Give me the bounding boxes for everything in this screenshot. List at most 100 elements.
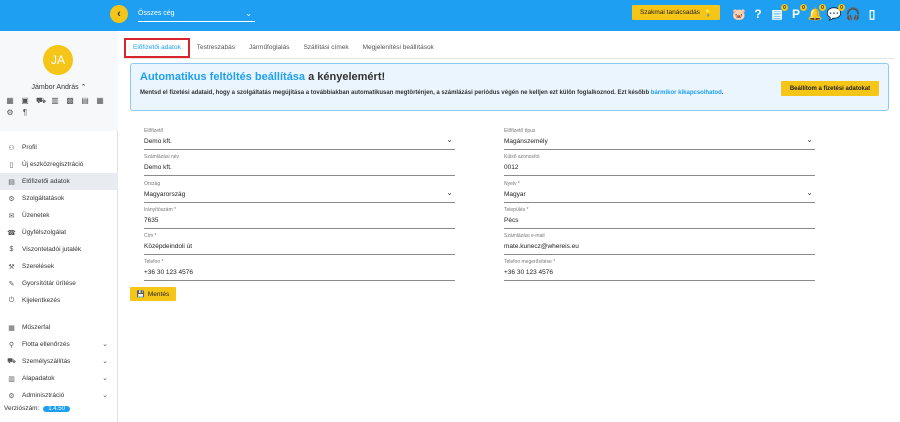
version-badge: 1.4.50	[43, 406, 70, 412]
country-value: Magyarország	[144, 191, 186, 198]
city-field[interactable]: Település * Pécs	[504, 207, 815, 229]
grid-icon[interactable]: ▩	[66, 97, 74, 105]
avatar[interactable]: JA	[43, 45, 73, 75]
sidebar-item-icon: ▤	[8, 178, 15, 186]
phone-download-icon-glyph: ▯	[868, 7, 876, 21]
save-button[interactable]: 💾 Mentés	[130, 287, 176, 301]
dashboard-icon[interactable]: ▦	[6, 97, 14, 105]
calendar-icon[interactable]: ▥	[51, 97, 59, 105]
country-select[interactable]: Ország Magyarország ⌄	[144, 181, 455, 203]
version-label: Verziószám:	[4, 405, 40, 412]
help-icon-glyph: ?	[754, 7, 762, 21]
language-select[interactable]: Nyelv * Magyar ⌄	[504, 181, 815, 203]
sidebar-item--zenetek[interactable]: ✉ Üzenetek	[0, 207, 118, 224]
billing-name-field[interactable]: Számlázási név Demo kft.	[144, 154, 455, 176]
sidebar-item-label: Ügyfélszolgálat	[22, 229, 67, 236]
sidebar-item-icon: ✉	[8, 212, 15, 220]
address-field[interactable]: Cím * Középdeindoli út	[144, 233, 455, 255]
headset-icon[interactable]: 🎧	[845, 7, 861, 21]
sidebar-item-icon: ▯	[9, 161, 14, 169]
quick-icon-row: ▦ ▣ ⛟ ▥ ▩ ▤ ▦ ⚙ ¶	[6, 97, 114, 117]
sidebar-item-label: Flotta ellenőrzés	[22, 341, 70, 348]
external-id-field[interactable]: Külső azonosító 0012	[504, 154, 815, 176]
subscriber-type-select[interactable]: Előfizető típus Magánszemély ⌄	[504, 128, 815, 150]
save-button-label: Mentés	[147, 290, 170, 298]
sidebar-item-flotta-ellen-rz-s[interactable]: ⚲ Flotta ellenőrzés ⌄	[0, 336, 118, 353]
subscriber-value: Demo kft.	[144, 138, 172, 145]
subscriber-select[interactable]: Előfizető Demo kft. ⌄	[144, 128, 455, 150]
phone-confirm-value: +36 30 123 4576	[504, 269, 553, 276]
phone-value: +36 30 123 4576	[144, 269, 193, 276]
notification-badge: 0	[781, 4, 788, 11]
sidebar-item-icon: ⚒	[8, 263, 15, 271]
zip-field[interactable]: Irányítószám * 7635	[144, 207, 455, 229]
banner-title: Automatikus feltöltés beállítása a kénye…	[140, 71, 385, 83]
phone-field[interactable]: Telefon * +36 30 123 4576	[144, 259, 455, 281]
sidebar-item-m-szerfal[interactable]: ▦ Műszerfal	[0, 319, 118, 336]
sidebar-item-icon: ⚙	[8, 392, 15, 400]
sidebar-item-adminisztr-ci-[interactable]: ⚙ Adminisztráció ⌄	[0, 387, 118, 404]
paragraph-icon[interactable]: ¶	[21, 109, 29, 117]
settings-icon[interactable]: ⚙	[6, 109, 14, 117]
sidebar-item-label: Előfizetői adatok	[22, 178, 70, 185]
phone-confirm-field[interactable]: Telefon megerősítése * +36 30 123 4576	[504, 259, 815, 281]
chevron-left-icon[interactable]: ‹	[110, 5, 128, 23]
sidebar-item-label: Kijelentkezés	[22, 297, 61, 304]
sidebar-item-szerel-sek[interactable]: ⚒ Szerelések	[0, 258, 118, 275]
tab-el-fizet-i-adatok[interactable]: Előfizetői adatok	[124, 38, 190, 58]
chevron-down-icon: ⌄	[102, 358, 108, 365]
bell-icon[interactable]: 🔔 0	[808, 4, 826, 21]
setup-payment-button[interactable]: Beállítom a fizetési adatokat	[781, 81, 879, 96]
banner-title-accent: Automatikus feltöltés beállítása	[140, 71, 306, 83]
phone-download-icon[interactable]: ▯	[865, 7, 879, 21]
version-info: Verziószám: 1.4.50	[4, 405, 70, 412]
headset-icon-glyph: 🎧	[845, 7, 861, 21]
sidebar-item-szolg-ltat-sok[interactable]: ⚙ Szolgáltatások	[0, 190, 118, 207]
city-value: Pécs	[504, 217, 519, 224]
subscriber-label: Előfizető	[144, 128, 164, 134]
piggy-bank-icon[interactable]: 🐷	[732, 7, 746, 21]
billing-email-field[interactable]: Számlázási e-mail mate.kunecz@whereis.eu	[504, 233, 815, 255]
external-id-value: 0012	[504, 164, 519, 171]
table-icon[interactable]: ▦	[96, 97, 104, 105]
subscriber-type-value: Magánszemély	[504, 138, 548, 145]
sidebar-item--j-eszk-zregisztr-ci-[interactable]: ▯ Új eszközregisztráció	[0, 156, 118, 173]
tab-j-rm-foglal-s[interactable]: Járműfoglalás	[242, 38, 296, 58]
sidebar-item--gyf-lszolg-lat[interactable]: ☎ Ügyfélszolgálat	[0, 224, 118, 241]
advisor-button[interactable]: Szakmai tanácsadás 💡	[632, 5, 720, 20]
sidebar-item-label: Új eszközregisztráció	[22, 161, 84, 168]
billing-name-value: Demo kft.	[144, 164, 172, 171]
sidebar-item-viszontelad-i-jutal-k[interactable]: $ Viszonteladói jutalék	[0, 241, 118, 258]
sidebar-item-profil[interactable]: ⚇ Profil	[0, 139, 118, 156]
sidebar-item-szem-lysz-ll-t-s[interactable]: ⛟ Személyszállítás ⌄	[0, 353, 118, 370]
chevron-down-icon: ⌄	[102, 341, 108, 348]
tab-divider	[124, 58, 894, 59]
sidebar-item-label: Alapadatok	[22, 375, 55, 382]
parking-icon[interactable]: P0	[789, 4, 807, 21]
sidebar-item-icon: ▦	[8, 324, 15, 332]
sidebar-item-icon: ⚲	[8, 341, 15, 349]
sidebar-item-kijelentkez-s[interactable]: ⏻ Kijelentkezés	[0, 292, 118, 309]
chat-icon[interactable]: 💬 0	[827, 4, 845, 21]
map-icon[interactable]: ▣	[21, 97, 29, 105]
document-icon[interactable]: ▤ 0	[770, 4, 788, 21]
sidebar-item-icon: ⚙	[8, 195, 15, 203]
truck-icon[interactable]: ⛟	[36, 97, 46, 105]
notification-badge: 0	[838, 4, 845, 11]
disable-anytime-link[interactable]: bármikor kikapcsolhatod	[651, 90, 722, 96]
help-icon[interactable]: ?	[751, 7, 765, 21]
sidebar-item-icon: ✎	[8, 280, 15, 288]
user-name[interactable]: Jámbor András ⌃	[0, 83, 118, 91]
sidebar-item-el-fizet-i-adatok[interactable]: ▤ Előfizetői adatok	[0, 173, 118, 190]
company-group-select[interactable]: Összes cég ⌄	[138, 9, 255, 22]
tab-sz-ll-t-si-c-mek[interactable]: Szállítási címek	[296, 38, 355, 58]
sidebar-item-gyors-t-t-r-r-t-se[interactable]: ✎ Gyorsítótár ürítése	[0, 275, 118, 292]
tab-testreszab-s[interactable]: Testreszabás	[190, 38, 242, 58]
tab-megjelen-t-si-be-ll-t-sok[interactable]: Megjelenítési beállítások	[356, 38, 441, 58]
subscriber-type-label: Előfizető típus	[504, 128, 536, 134]
document-icon[interactable]: ▤	[81, 97, 89, 105]
sidebar-item-alapadatok[interactable]: ▥ Alapadatok ⌄	[0, 370, 118, 387]
user-panel: JA Jámbor András ⌃ ▦ ▣ ⛟ ▥ ▩ ▤ ▦ ⚙ ¶	[0, 31, 118, 131]
user-name-text: Jámbor András	[31, 84, 79, 91]
sidebar-item-icon: ⚇	[8, 144, 15, 152]
